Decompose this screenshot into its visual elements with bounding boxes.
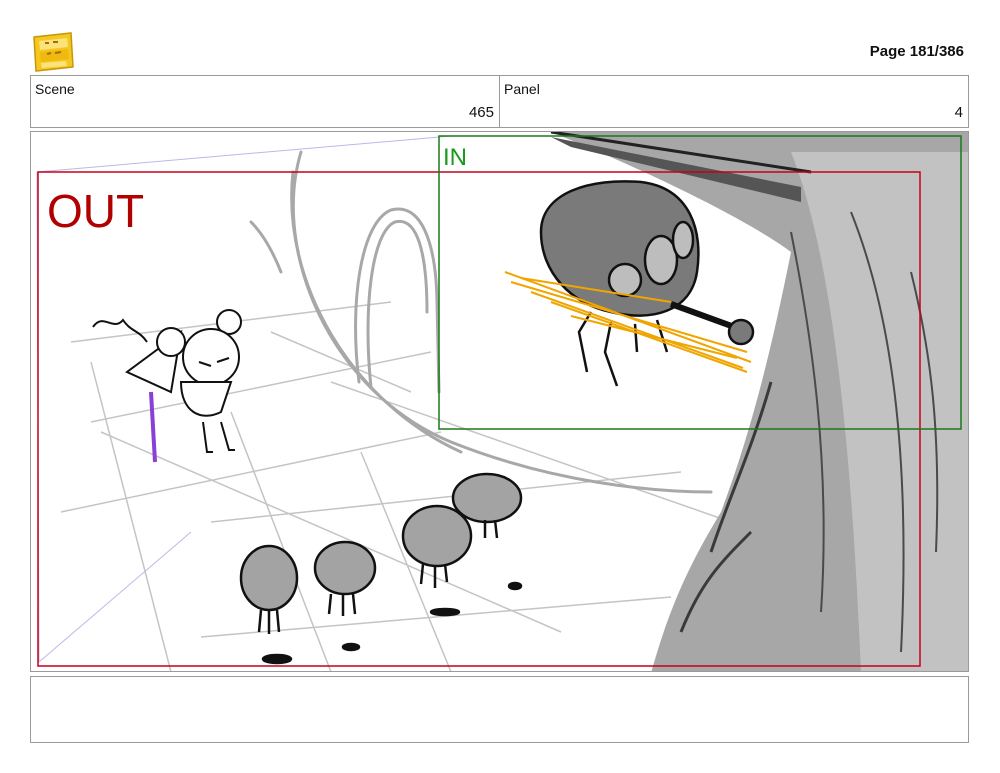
panel-label: Panel <box>504 81 540 97</box>
scene-panel-table: Scene 465 Panel 4 <box>30 75 969 128</box>
show-logo <box>31 31 75 73</box>
scene-label: Scene <box>35 81 75 97</box>
scene-cell: Scene 465 <box>31 76 499 127</box>
out-frame-label: OUT <box>47 185 145 237</box>
jedi-character <box>92 309 242 463</box>
storyboard-sketch <box>36 132 968 671</box>
in-frame-label: IN <box>443 144 467 171</box>
panel-value: 4 <box>954 104 963 121</box>
notes-box <box>30 676 969 743</box>
storyboard-panel: OUT IN <box>30 131 969 672</box>
panel-cell: Panel 4 <box>499 76 968 127</box>
scene-value: 465 <box>468 104 494 121</box>
spider-droid <box>504 180 755 387</box>
page-number: Page 181/386 <box>869 43 964 60</box>
young-jedi-adventures-logo-icon <box>33 32 74 72</box>
